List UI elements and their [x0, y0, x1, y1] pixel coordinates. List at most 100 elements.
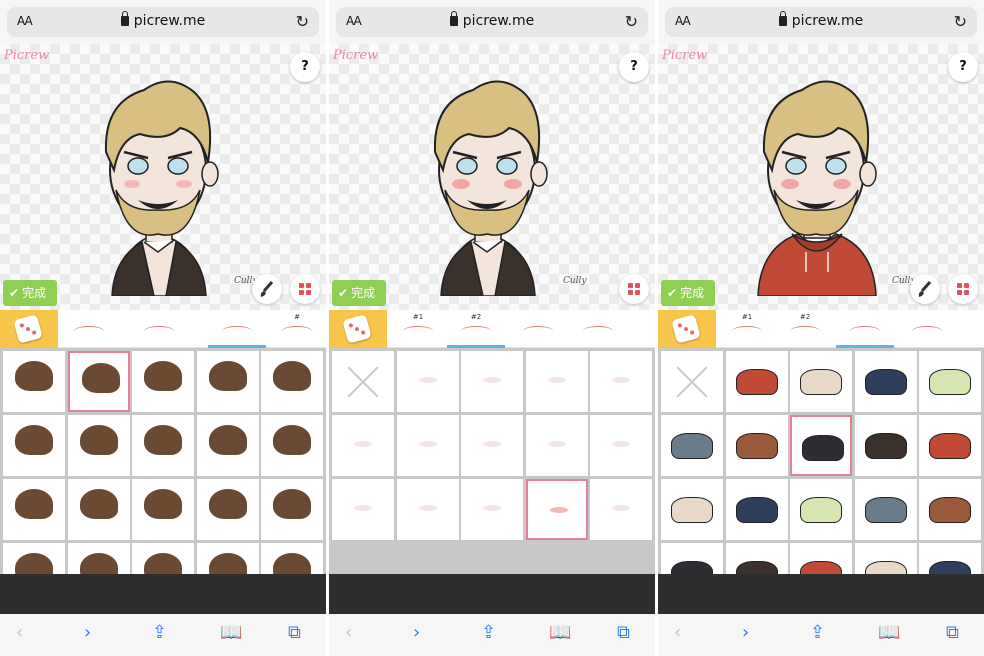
item-option[interactable] — [397, 351, 459, 412]
item-option[interactable] — [726, 479, 788, 540]
item-option[interactable] — [461, 415, 523, 476]
category-tab-shirt[interactable] — [509, 310, 567, 348]
item-option[interactable] — [261, 543, 323, 574]
grid-view-button[interactable] — [619, 274, 649, 304]
tabs-icon[interactable]: ⧉ — [946, 622, 959, 643]
item-option[interactable] — [855, 543, 917, 574]
help-button[interactable]: ? — [290, 52, 320, 82]
item-option[interactable] — [461, 351, 523, 412]
forward-icon[interactable]: › — [742, 622, 749, 643]
back-icon[interactable]: ‹ — [16, 622, 23, 643]
item-option[interactable] — [661, 543, 723, 574]
item-option[interactable] — [132, 543, 194, 574]
item-option[interactable] — [919, 479, 981, 540]
grid-view-button[interactable] — [948, 274, 978, 304]
item-option[interactable] — [332, 351, 394, 412]
bookmarks-icon[interactable]: 📖 — [220, 622, 242, 643]
brush-button[interactable] — [252, 274, 282, 304]
forward-icon[interactable]: › — [413, 622, 420, 643]
item-option[interactable] — [3, 351, 65, 412]
item-option[interactable] — [855, 415, 917, 476]
category-tab[interactable]: #1 — [718, 310, 776, 348]
item-option[interactable] — [3, 543, 65, 574]
item-option[interactable] — [132, 479, 194, 540]
item-option[interactable] — [197, 415, 259, 476]
category-tab-hair-active[interactable] — [208, 310, 266, 348]
item-option[interactable] — [919, 543, 981, 574]
item-option[interactable] — [197, 351, 259, 412]
url-field[interactable]: AA picrew.me ↻ — [7, 7, 319, 37]
item-option[interactable] — [332, 479, 394, 540]
item-option[interactable] — [726, 543, 788, 574]
share-icon[interactable]: ⇪ — [152, 622, 167, 643]
back-icon[interactable]: ‹ — [674, 622, 681, 643]
item-option[interactable] — [919, 415, 981, 476]
item-option[interactable] — [261, 479, 323, 540]
url-field[interactable]: AA picrew.me ↻ — [665, 7, 977, 37]
item-option[interactable] — [68, 543, 130, 574]
tabs-icon[interactable]: ⧉ — [617, 622, 630, 643]
item-option[interactable] — [526, 351, 588, 412]
item-option[interactable] — [661, 479, 723, 540]
item-option[interactable] — [261, 351, 323, 412]
back-icon[interactable]: ‹ — [345, 622, 352, 643]
reload-icon[interactable]: ↻ — [625, 12, 638, 31]
category-tab[interactable]: # — [268, 310, 326, 348]
done-button[interactable]: ✔完成 — [3, 280, 57, 306]
random-tab[interactable] — [658, 310, 716, 348]
item-option-selected[interactable] — [790, 415, 852, 476]
item-option[interactable] — [261, 415, 323, 476]
url-field[interactable]: AA picrew.me ↻ — [336, 7, 648, 37]
share-icon[interactable]: ⇪ — [810, 622, 825, 643]
done-button[interactable]: ✔完成 — [661, 280, 715, 306]
item-option[interactable] — [68, 479, 130, 540]
item-option[interactable] — [3, 479, 65, 540]
category-tab[interactable]: #2 — [776, 310, 834, 348]
bookmarks-icon[interactable]: 📖 — [878, 622, 900, 643]
item-option[interactable] — [397, 479, 459, 540]
category-tab[interactable] — [898, 310, 956, 348]
category-tab[interactable] — [60, 310, 118, 348]
item-option[interactable] — [726, 415, 788, 476]
item-option[interactable] — [526, 415, 588, 476]
tabs-icon[interactable]: ⧉ — [288, 622, 301, 643]
item-option[interactable] — [68, 415, 130, 476]
item-option[interactable] — [197, 543, 259, 574]
random-tab[interactable] — [329, 310, 387, 348]
item-option[interactable] — [790, 351, 852, 412]
category-tab[interactable] — [130, 310, 188, 348]
item-option[interactable] — [590, 351, 652, 412]
item-option[interactable] — [132, 351, 194, 412]
item-option-selected[interactable] — [68, 351, 130, 412]
category-tab-shirt-active[interactable] — [836, 310, 894, 348]
forward-icon[interactable]: › — [84, 622, 91, 643]
item-option[interactable] — [461, 479, 523, 540]
share-icon[interactable]: ⇪ — [481, 622, 496, 643]
item-option[interactable] — [855, 479, 917, 540]
item-option[interactable] — [726, 351, 788, 412]
item-option[interactable] — [855, 351, 917, 412]
random-tab[interactable] — [0, 310, 58, 348]
item-option[interactable] — [590, 479, 652, 540]
item-option[interactable] — [3, 415, 65, 476]
item-option[interactable] — [332, 415, 394, 476]
item-option[interactable] — [397, 415, 459, 476]
reload-icon[interactable]: ↻ — [296, 12, 309, 31]
grid-view-button[interactable] — [290, 274, 320, 304]
category-tab[interactable] — [569, 310, 627, 348]
reload-icon[interactable]: ↻ — [954, 12, 967, 31]
item-option[interactable] — [197, 479, 259, 540]
item-option[interactable] — [790, 543, 852, 574]
bookmarks-icon[interactable]: 📖 — [549, 622, 571, 643]
item-option[interactable] — [661, 351, 723, 412]
item-option[interactable] — [590, 415, 652, 476]
item-option-selected[interactable] — [526, 479, 588, 540]
category-tab-blush-active[interactable]: #2 — [447, 310, 505, 348]
brush-button[interactable] — [910, 274, 940, 304]
help-button[interactable]: ? — [619, 52, 649, 82]
done-button[interactable]: ✔完成 — [332, 280, 386, 306]
help-button[interactable]: ? — [948, 52, 978, 82]
item-option[interactable] — [132, 415, 194, 476]
item-option[interactable] — [790, 479, 852, 540]
category-tab[interactable]: #1 — [389, 310, 447, 348]
